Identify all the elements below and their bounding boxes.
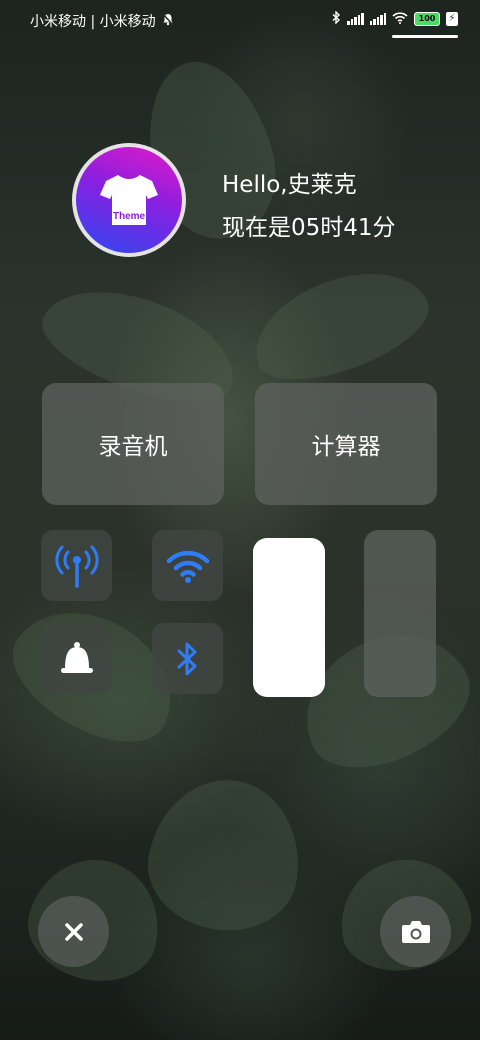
bluetooth-icon (332, 10, 341, 27)
status-bar: 小米移动 | 小米移动 100 ⚡ (0, 0, 480, 40)
carrier-text: 小米移动 | 小米移动 (30, 14, 156, 30)
toggle-bluetooth[interactable] (152, 623, 223, 694)
avatar-label: Theme (112, 211, 146, 222)
wifi-icon (166, 550, 209, 583)
close-button[interactable] (38, 896, 109, 967)
mute-bell-icon (162, 12, 174, 30)
calculator-shortcut[interactable]: 计算器 (255, 383, 437, 505)
camera-icon (401, 920, 430, 943)
status-icons: 100 ⚡ (332, 10, 458, 27)
antenna-icon (54, 545, 99, 588)
carrier-label: 小米移动 | 小米移动 (30, 11, 174, 31)
time-text: 现在是05时41分 (222, 215, 396, 241)
toggle-mobile-data[interactable] (41, 530, 112, 601)
brightness-slider[interactable] (253, 538, 325, 697)
signal-icon (369, 13, 386, 25)
recorder-label: 录音机 (98, 434, 168, 460)
toggle-wifi[interactable] (152, 530, 223, 601)
theme-avatar: Theme (76, 147, 182, 253)
status-underline (392, 35, 458, 38)
close-icon (64, 922, 83, 941)
brightness-fill (253, 538, 325, 697)
battery-icon: 100 (414, 12, 440, 26)
toggle-ring[interactable] (41, 623, 112, 694)
calculator-label: 计算器 (311, 434, 381, 460)
avatar[interactable]: Theme (72, 143, 186, 257)
signal-icon (347, 13, 364, 25)
recorder-shortcut[interactable]: 录音机 (42, 383, 224, 505)
bluetooth-icon (177, 642, 196, 675)
volume-slider[interactable] (364, 530, 436, 697)
bell-icon (60, 641, 93, 673)
greeting-text: Hello,史莱克 (222, 172, 357, 198)
wifi-icon (392, 11, 408, 27)
charging-icon: ⚡ (446, 12, 458, 26)
camera-button[interactable] (380, 896, 451, 967)
